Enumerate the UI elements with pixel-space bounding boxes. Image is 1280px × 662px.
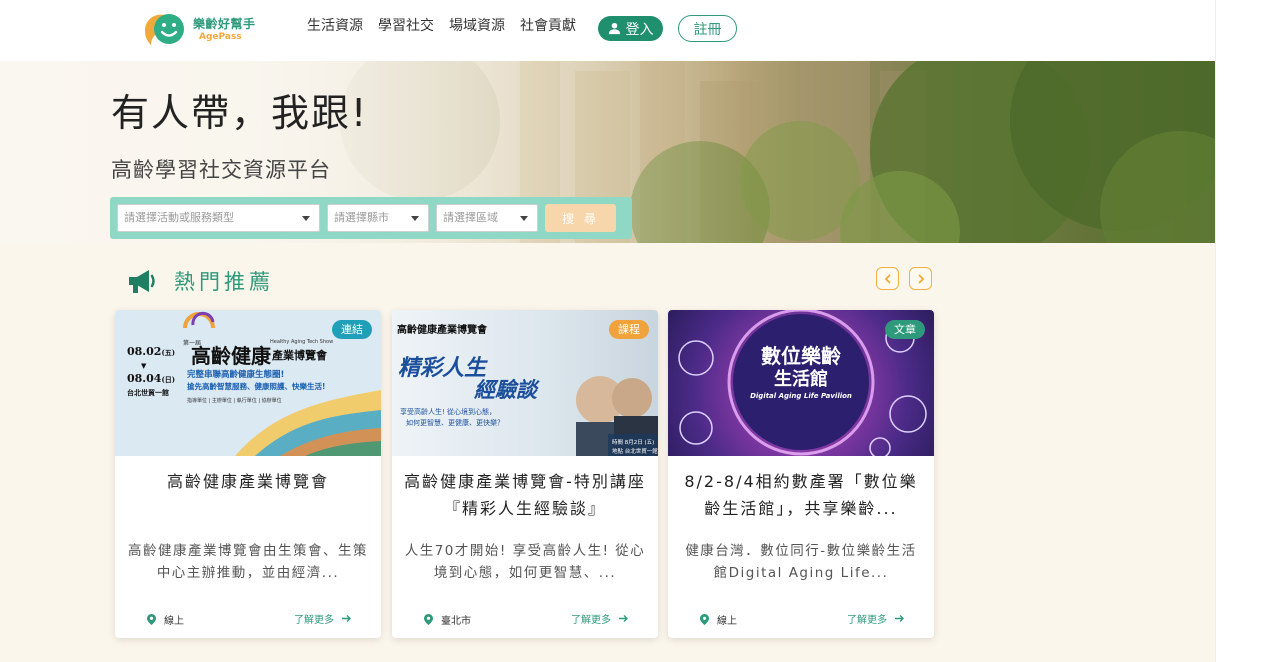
poster-line2: 搶先高齡智慧服務、健康照護、快樂生活!	[187, 382, 326, 391]
card-title[interactable]: 高齡健康產業博覽會	[127, 468, 369, 495]
nav-item-venue-resources[interactable]: 場域資源	[449, 16, 505, 36]
login-button[interactable]: 登入	[598, 16, 663, 41]
poster-question2: 如何更智慧、更健康、更快樂？	[406, 419, 504, 427]
search-bar: 請選擇活動或服務類型 請選擇縣市 請選擇區域 搜 尋	[110, 197, 632, 239]
arrow-right-icon	[895, 615, 904, 622]
hero-subtitle: 高齡學習社交資源平台	[111, 158, 331, 182]
search-button[interactable]: 搜 尋	[545, 204, 616, 232]
card-description: 健康台灣．數位同行-數位樂齡生活館Digital Aging Life...	[685, 543, 917, 581]
poster-en: Healthy Aging Tech Show	[270, 339, 334, 345]
location-pin-icon	[424, 614, 433, 625]
activity-type-select[interactable]: 請選擇活動或服務類型	[117, 204, 320, 232]
poster-line1: 完整串聯高齡健康生態圈!	[187, 370, 285, 380]
learn-more-link[interactable]: 了解更多	[847, 611, 904, 626]
card-location: 線上	[700, 612, 737, 627]
hero-banner: 有人帶，我跟! 高齡學習社交資源平台 請選擇活動或服務類型 請選擇縣市 請選擇區…	[0, 61, 1215, 243]
card-badge: 文章	[885, 320, 925, 339]
card-title[interactable]: 高齡健康產業博覽會-特別講座『精彩人生經驗談』	[404, 468, 646, 522]
user-icon	[608, 22, 620, 35]
poster-heading1: 精彩人生	[398, 355, 487, 381]
scrollbar-gutter	[1215, 0, 1280, 662]
section-heading: 熱門推薦	[127, 266, 274, 296]
poster-venue: 台北世貿一館	[127, 388, 169, 397]
card-description: 人生70才開始! 享受高齡人生! 從心境到心態，如何更智慧、...	[404, 543, 646, 581]
chevron-down-icon	[302, 216, 310, 221]
card-badge: 課程	[609, 320, 649, 339]
card-badge: 連結	[332, 320, 372, 339]
page: 樂齡好幫手 AgePass 生活資源 學習社交 場域資源 社會貢獻 登入 註冊	[0, 0, 1215, 662]
card-location: 臺北市	[424, 612, 471, 627]
arrow-right-icon	[619, 615, 628, 622]
poster-place: 地點 台北世貿一館	[612, 449, 658, 455]
section-title: 熱門推薦	[174, 270, 274, 294]
card-description: 高齡健康產業博覽會由生策會、生策中心主辦推動，並由經濟...	[128, 543, 368, 581]
learn-more-link[interactable]: 了解更多	[571, 611, 628, 626]
poster-date-start-day: (五)	[161, 348, 176, 357]
learn-more-label: 了解更多	[847, 615, 887, 626]
chevron-down-icon	[520, 216, 528, 221]
poster-small-print: 指導單位 | 主辦單位 | 執行單位 | 協辦單位	[187, 398, 282, 404]
poster-logo: 高齡健康產業博覽會	[397, 325, 487, 336]
poster-heading: 高齡健康	[191, 344, 271, 368]
poster-question1: 享受高齡人生! 從心境到心態，	[400, 408, 497, 416]
recommendation-card[interactable]: 08.02(五) ▼ 08.04(日) 台北世貿一館 第一屆 高齡健康 Heal…	[115, 310, 381, 638]
chevron-down-icon	[411, 216, 419, 221]
city-placeholder: 請選擇縣市	[334, 211, 389, 224]
poster-heading2: 生活館	[774, 369, 828, 390]
poster-time: 時間 8月2日 (五)	[612, 440, 655, 446]
poster-dates: 08.02(五) ▼ 08.04(日) 台北世貿一館	[127, 345, 175, 399]
main-nav: 生活資源 學習社交 場域資源 社會貢獻	[307, 16, 591, 36]
chevron-left-icon	[884, 273, 891, 284]
carousel-prev-button[interactable]	[876, 267, 899, 290]
card-title[interactable]: 8/2-8/4相約數產署「數位樂齡生活館」，共享樂齡...	[680, 468, 922, 522]
poster-date-arrow: ▼	[141, 361, 147, 370]
nav-item-learning-social[interactable]: 學習社交	[378, 16, 434, 36]
card-location-text: 臺北市	[441, 616, 471, 627]
site-logo[interactable]: 樂齡好幫手 AgePass	[141, 11, 255, 49]
learn-more-link[interactable]: 了解更多	[294, 611, 351, 626]
poster-heading2: 經驗談	[474, 377, 537, 402]
nav-item-social-contribution[interactable]: 社會貢獻	[520, 16, 576, 36]
register-button[interactable]: 註冊	[678, 15, 737, 42]
location-pin-icon	[700, 614, 709, 625]
poster-heading2: 產業博覽會	[272, 349, 327, 362]
poster-date-end: 08.04	[127, 372, 162, 385]
carousel-next-button[interactable]	[909, 267, 932, 290]
district-select[interactable]: 請選擇區域	[436, 204, 538, 232]
activity-type-placeholder: 請選擇活動或服務類型	[124, 211, 234, 224]
arrow-right-icon	[342, 615, 351, 622]
city-select[interactable]: 請選擇縣市	[327, 204, 429, 232]
card-location-text: 線上	[164, 616, 184, 627]
card-location-text: 線上	[717, 616, 737, 627]
recommendation-card[interactable]: 高齡健康產業博覽會 精彩人生 經驗談 享受高齡人生! 從心境到心態， 如何更智慧…	[392, 310, 658, 638]
location-pin-icon	[147, 614, 156, 625]
megaphone-icon	[129, 270, 155, 293]
logo-text: 樂齡好幫手	[193, 17, 256, 31]
hero-title: 有人帶，我跟!	[111, 91, 369, 135]
learn-more-label: 了解更多	[571, 615, 611, 626]
card-location: 線上	[147, 612, 184, 627]
district-placeholder: 請選擇區域	[443, 211, 498, 224]
logo-mark-icon	[145, 14, 184, 45]
login-label: 登入	[625, 21, 654, 38]
logo-subtext: AgePass	[199, 32, 242, 42]
chevron-right-icon	[917, 273, 924, 284]
recommendation-card[interactable]: 數位樂齡 生活館 Digital Aging Life Pavilion 文章 …	[668, 310, 934, 638]
poster-date-start: 08.02	[127, 345, 162, 358]
poster-date-end-day: (日)	[161, 375, 176, 384]
nav-item-life-resources[interactable]: 生活資源	[307, 16, 363, 36]
learn-more-label: 了解更多	[294, 615, 334, 626]
poster-en: Digital Aging Life Pavilion	[750, 392, 852, 400]
site-header: 樂齡好幫手 AgePass 生活資源 學習社交 場域資源 社會貢獻 登入 註冊	[0, 0, 1215, 61]
